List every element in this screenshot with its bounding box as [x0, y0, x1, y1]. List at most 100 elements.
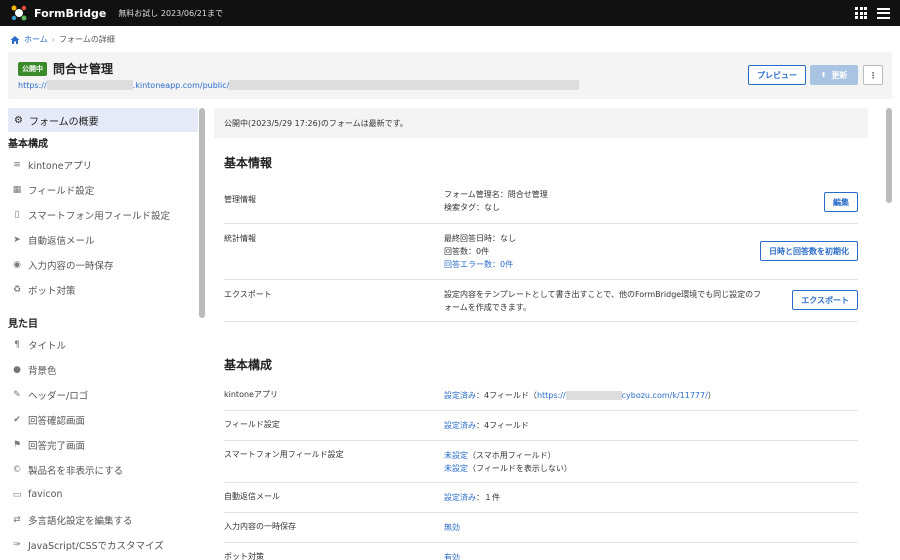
sidebar-item-label: 入力内容の一時保存	[28, 260, 114, 272]
top-bar: FormBridge 無料お試し 2023/06/21まで	[0, 0, 900, 26]
database-icon: ≡	[13, 159, 21, 170]
section-title-config: 基本構成	[224, 358, 273, 372]
row-manage-info: 管理情報 フォーム管理名：問合せ管理 検索タグ：なし 編集	[224, 179, 858, 224]
config-status-link[interactable]: 設定済み	[444, 493, 476, 502]
sidebar-item-title[interactable]: ¶ タイトル	[8, 332, 198, 357]
app-url-prefix[interactable]: https://	[537, 389, 566, 402]
update-button[interactable]: ⬆ 更新	[810, 65, 858, 85]
sidebar-item-overview[interactable]: ⚙ フォームの概要	[8, 108, 198, 132]
sidebar-item-confirm-screen[interactable]: ✔ 回答確認画面	[8, 407, 198, 432]
row-label: 管理情報	[224, 195, 256, 204]
row-auto-reply: 自動返信メール 設定済み：１件	[224, 483, 858, 513]
error-count-link[interactable]: 回答エラー数：0件	[444, 258, 516, 271]
bookmark-icon: ▭	[12, 489, 22, 500]
redacted-subdomain	[46, 80, 133, 90]
sidebar-item-js-css[interactable]: ✑ JavaScript/CSSでカスタマイズ	[8, 532, 198, 557]
sidebar-item-label: 回答完了画面	[28, 440, 86, 452]
form-header: 公開中 問合せ管理 https:// .kintoneapp.com/publi…	[8, 52, 892, 99]
sidebar-item-label: ボット対策	[28, 285, 76, 297]
row-field-settings: フィールド設定 設定済み：4フィールド	[224, 411, 858, 441]
main-scrollbar[interactable]	[886, 108, 892, 203]
pen-icon: ✎	[13, 389, 21, 400]
row-temp-save: 入力内容の一時保存 無効	[224, 513, 858, 543]
sidebar-item-label: フィールド設定	[28, 185, 95, 197]
config-status-link[interactable]: 有効	[444, 553, 460, 560]
sidebar-section-config: 基本構成	[8, 138, 48, 150]
flag-icon: ⚑	[12, 439, 22, 450]
gear-icon: ⚙	[14, 114, 23, 126]
sidebar-item-favicon[interactable]: ▭ favicon	[8, 482, 198, 507]
home-icon	[10, 35, 20, 44]
row-label: フィールド設定	[224, 420, 280, 429]
sidebar-item-smartphone-fields[interactable]: ▯ スマートフォン用フィールド設定	[8, 202, 198, 227]
sidebar-item-label: favicon	[28, 489, 63, 500]
apps-grid-icon[interactable]	[855, 7, 867, 19]
recycle-icon: ♻	[12, 284, 22, 295]
sidebar-item-background[interactable]: ● 背景色	[8, 357, 198, 382]
answer-count: 回答数：0件	[444, 247, 490, 256]
sidebar-item-label: 製品名を非表示にする	[28, 465, 124, 477]
sidebar-item-complete-screen[interactable]: ⚑ 回答完了画面	[8, 432, 198, 457]
main-content: 公開中(2023/5/29 17:26)のフォームは最新です。 基本情報 管理情…	[214, 108, 868, 560]
trial-notice: 無料お試し 2023/06/21まで	[118, 8, 223, 18]
row-export: エクスポート 設定内容をテンプレートとして書き出すことで、他のFormBridg…	[224, 280, 858, 322]
sidebar-item-label: 自動返信メール	[28, 235, 95, 247]
public-url-link[interactable]: https:// .kintoneapp.com/public/	[18, 80, 580, 90]
config-status-link[interactable]: 設定済み	[444, 421, 476, 430]
redacted-path	[229, 80, 580, 90]
language-icon: ⇄	[13, 514, 21, 525]
sidebar-item-bot-protection[interactable]: ♻ ボット対策	[8, 277, 198, 302]
hamburger-menu-icon[interactable]	[877, 7, 890, 19]
sidebar-section-appearance: 見た目	[8, 318, 38, 330]
reset-stats-button[interactable]: 日時と回答数を初期化	[760, 241, 858, 261]
save-icon: ◉	[13, 259, 21, 270]
sidebar-item-header-logo[interactable]: ✎ ヘッダー/ロゴ	[8, 382, 198, 407]
sidebar-item-auto-reply[interactable]: ➤ 自動返信メール	[8, 227, 198, 252]
breadcrumb-current: フォームの詳細	[58, 35, 115, 44]
check-icon: ✔	[13, 414, 21, 425]
sidebar-item-hide-product-name[interactable]: © 製品名を非表示にする	[8, 457, 198, 482]
copyright-icon: ©	[12, 464, 22, 475]
section-title-basic-info: 基本情報	[224, 156, 273, 170]
sidebar-item-kintone-app[interactable]: ≡ kintoneアプリ	[8, 152, 198, 177]
config-status-link-2[interactable]: 未設定	[444, 464, 468, 473]
sidebar-item-label: 多言語化設定を編集する	[28, 515, 133, 527]
more-options-button[interactable]: ⋮	[863, 65, 883, 85]
breadcrumb-home-link[interactable]: ホーム	[24, 34, 48, 45]
edit-button[interactable]: 編集	[824, 192, 858, 212]
breadcrumb-separator: ›	[51, 35, 55, 44]
redacted-domain	[565, 391, 622, 400]
config-status-link[interactable]: 未設定	[444, 451, 468, 460]
pilcrow-icon: ¶	[14, 339, 20, 350]
app-url-link[interactable]: cybozu.com/k/11777/	[622, 389, 708, 402]
droplet-icon: ●	[13, 364, 21, 375]
row-kintone-app: kintoneアプリ 設定済み ：4フィールド（ https:// cybozu…	[224, 381, 858, 411]
row-label: ボット対策	[224, 552, 264, 560]
wrench-icon: ✑	[13, 539, 21, 550]
row-label: エクスポート	[224, 290, 272, 299]
row-label: 自動返信メール	[224, 492, 280, 501]
sidebar-item-temp-save[interactable]: ◉ 入力内容の一時保存	[8, 252, 198, 277]
upload-icon: ⬆	[820, 71, 827, 79]
smartphone-icon: ▯	[14, 209, 20, 220]
formbridge-logo[interactable]	[10, 4, 28, 22]
config-status-link[interactable]: 無効	[444, 523, 460, 532]
row-bot-protection: ボット対策 有効	[224, 543, 858, 560]
sidebar-item-multilingual[interactable]: ⇄ 多言語化設定を編集する	[8, 507, 198, 532]
export-button[interactable]: エクスポート	[792, 290, 858, 310]
sidebar-scrollbar[interactable]	[199, 108, 205, 318]
row-label: 統計情報	[224, 234, 256, 243]
sidebar: ⚙ フォームの概要 基本構成 ≡ kintoneアプリ ▦ フィールド設定 ▯ スマー…	[8, 108, 198, 560]
sidebar-item-label: スマートフォン用フィールド設定	[28, 210, 171, 222]
sidebar-item-label: タイトル	[28, 340, 67, 352]
preview-button[interactable]: プレビュー	[748, 65, 806, 85]
row-stats: 統計情報 最終回答日時：なし 回答数：0件 回答エラー数：0件 日時と回答数を初…	[224, 224, 858, 280]
sidebar-item-field-settings[interactable]: ▦ フィールド設定	[8, 177, 198, 202]
config-status-link[interactable]: 設定済み	[444, 389, 476, 402]
url-middle: .kintoneapp.com/public/	[132, 80, 230, 90]
sidebar-item-label: kintoneアプリ	[28, 160, 93, 172]
last-answer-time: 最終回答日時：なし	[444, 234, 516, 243]
status-badge: 公開中	[18, 62, 47, 76]
row-label: スマートフォン用フィールド設定	[224, 450, 344, 459]
send-icon: ➤	[13, 234, 21, 245]
